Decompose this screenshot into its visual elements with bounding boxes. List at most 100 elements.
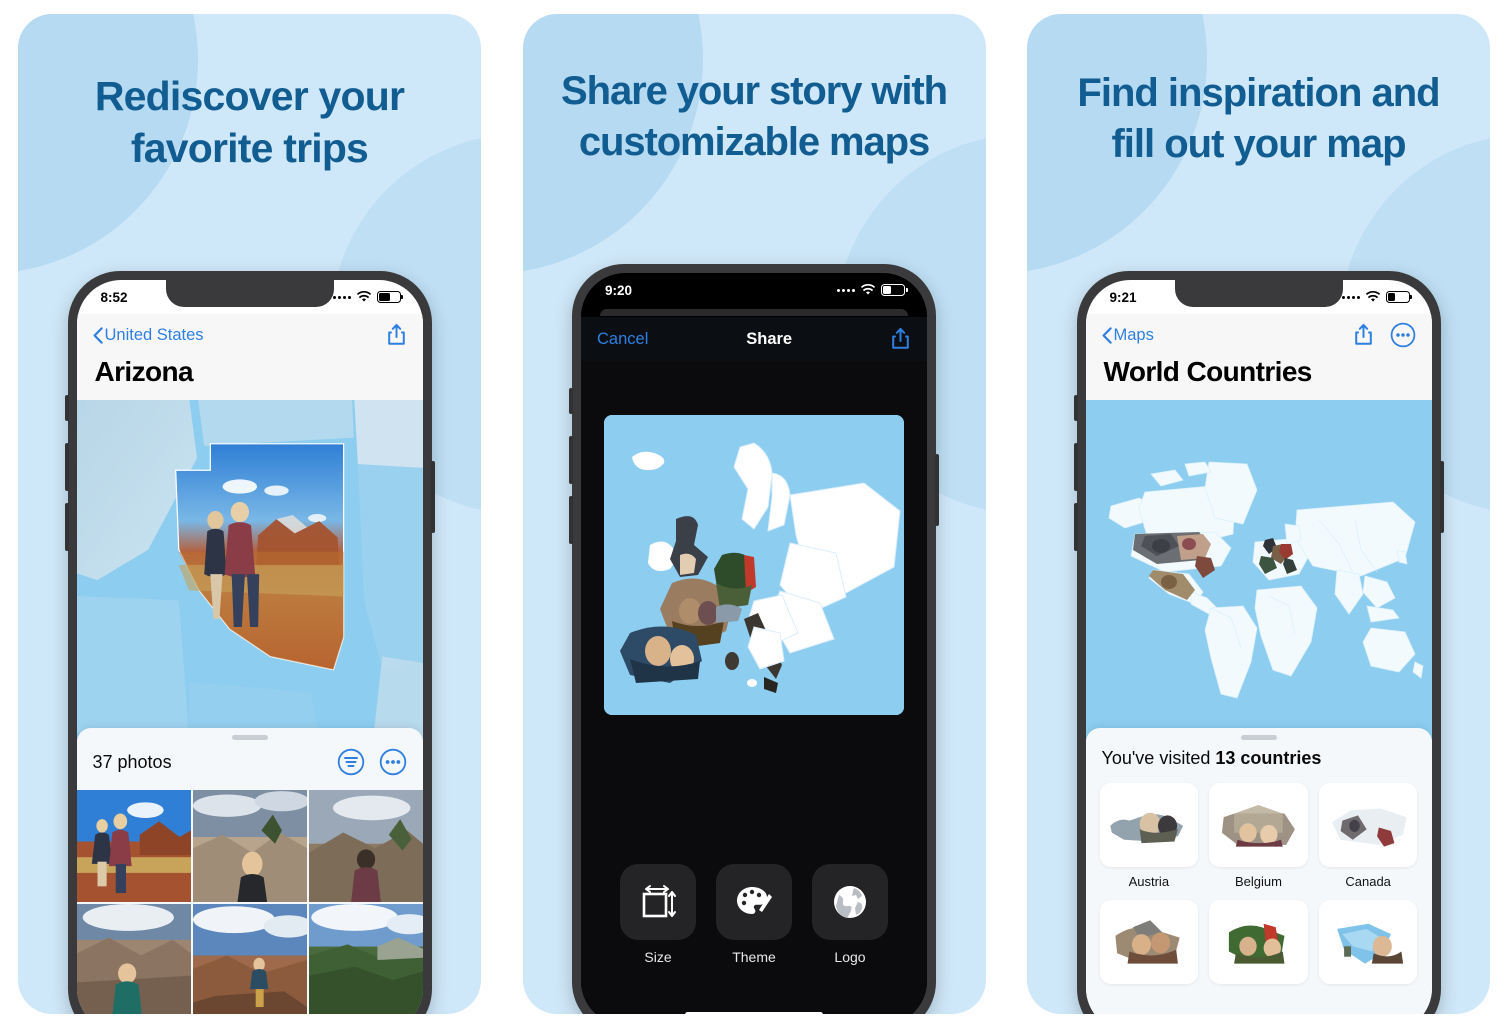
map-arizona[interactable]: [76, 400, 423, 740]
status-bar: 9:20: [581, 273, 927, 307]
modal-sheet-handle[interactable]: [581, 307, 927, 317]
photo-thumbnail[interactable]: [308, 904, 423, 1014]
volume-down-button: [1073, 503, 1078, 551]
signal-dots-icon: [1341, 295, 1360, 299]
chevron-left-icon: [1102, 326, 1112, 344]
phone-mockup-1: 8:52 United States Arizona 37 photos: [64, 271, 435, 1014]
more-icon[interactable]: [379, 748, 407, 776]
home-indicator: [685, 1012, 823, 1014]
panel-2-headline: Share your story with customizable maps: [561, 69, 948, 165]
tool-label: Theme: [732, 949, 776, 965]
country-card-4[interactable]: [1099, 900, 1199, 991]
promo-screenshot-set: Rediscover your favorite trips 8:52 Unit…: [0, 0, 1508, 1029]
volume-down-button: [64, 503, 69, 551]
power-button: [935, 454, 939, 526]
tool-label: Size: [644, 949, 672, 965]
battery-icon: [1385, 291, 1412, 303]
page-title: Arizona: [94, 356, 194, 387]
photo-thumbnail[interactable]: [76, 904, 191, 1014]
navigation-bar: United States Arizona: [76, 314, 423, 400]
promo-panel-3: Find inspiration and fill out your map 9…: [1027, 14, 1490, 1014]
country-card-canada[interactable]: Canada: [1318, 783, 1418, 889]
status-bar: 9:21: [1086, 280, 1432, 314]
mute-switch: [64, 395, 69, 421]
country-thumbnail: [1318, 783, 1418, 867]
phone-mockup-3: 9:21 Maps World Countries You've visited…: [1073, 271, 1444, 1014]
panel-3-headline: Find inspiration and fill out your map: [1077, 71, 1440, 167]
mute-switch: [1073, 395, 1078, 421]
share-icon[interactable]: [386, 323, 407, 347]
mute-switch: [569, 388, 573, 414]
resize-icon: [620, 864, 696, 940]
map-preview-europe[interactable]: [604, 415, 904, 715]
back-button-maps[interactable]: Maps: [1102, 326, 1154, 345]
country-grid: Austria Belgium Canada: [1086, 781, 1432, 1014]
share-icon[interactable]: [1353, 323, 1374, 347]
country-label: Canada: [1345, 874, 1391, 889]
globe-icon: [812, 864, 888, 940]
modal-navigation-bar: Cancel Share: [581, 317, 927, 361]
promo-panel-1: Rediscover your favorite trips 8:52 Unit…: [18, 14, 481, 1014]
country-thumbnail: [1099, 900, 1199, 984]
photo-count-label: 37 photos: [92, 751, 172, 772]
country-label: Austria: [1128, 874, 1170, 889]
photo-thumbnail[interactable]: [76, 790, 191, 902]
power-button: [430, 461, 435, 533]
photos-sheet: 37 photos: [76, 728, 423, 1014]
visited-prefix: You've visited: [1101, 748, 1216, 768]
sheet-grabber[interactable]: [1086, 728, 1432, 742]
back-button-label: United States: [104, 325, 204, 344]
photo-thumbnail[interactable]: [192, 904, 307, 1014]
photo-thumbnail[interactable]: [308, 790, 423, 902]
volume-up-button: [64, 443, 69, 491]
promo-panel-2: Share your story with customizable maps …: [522, 14, 986, 1014]
battery-icon: [376, 291, 403, 303]
visited-countries-label: You've visited 13 countries: [1102, 748, 1322, 769]
tool-size[interactable]: Size: [620, 864, 696, 965]
photo-thumbnail[interactable]: [192, 790, 307, 902]
signal-dots-icon: [837, 288, 855, 292]
status-time: 9:20: [605, 282, 633, 298]
country-thumbnail: [1099, 783, 1199, 867]
status-bar: 8:52: [77, 280, 423, 314]
status-time: 8:52: [100, 289, 128, 305]
visited-count: 13 countries: [1215, 748, 1322, 768]
power-button: [1439, 461, 1444, 533]
tool-label: Logo: [834, 949, 866, 965]
more-icon[interactable]: [1390, 322, 1416, 348]
volume-up-button: [1073, 443, 1078, 491]
country-label: Belgium: [1235, 874, 1282, 889]
share-preview-screen: Size Theme Logo: [581, 361, 927, 1014]
volume-up-button: [569, 436, 573, 484]
navigation-bar: Maps World Countries: [1085, 314, 1432, 400]
wifi-icon: [356, 291, 372, 303]
wifi-icon: [860, 284, 876, 296]
palette-icon: [716, 864, 792, 940]
country-card-belgium[interactable]: Belgium: [1209, 783, 1308, 889]
volume-down-button: [569, 496, 573, 544]
country-thumbnail: [1318, 900, 1418, 984]
sheet-grabber[interactable]: [77, 728, 423, 742]
tool-logo[interactable]: Logo: [812, 864, 888, 965]
share-tools: Size Theme Logo: [620, 864, 888, 965]
country-thumbnail: [1209, 783, 1308, 867]
cancel-button[interactable]: Cancel: [597, 330, 648, 349]
back-button-label: Maps: [1113, 325, 1154, 344]
country-card-6[interactable]: [1318, 900, 1418, 991]
photo-grid: [76, 790, 423, 1014]
filter-icon[interactable]: [337, 748, 365, 776]
countries-sheet: You've visited 13 countries Austria Belg…: [1085, 728, 1432, 1014]
status-time: 9:21: [1109, 289, 1137, 305]
phone-mockup-2: 9:20 Cancel Share Size Theme Logo: [569, 264, 939, 1014]
battery-icon: [881, 284, 908, 296]
country-card-5[interactable]: [1209, 900, 1308, 991]
tool-theme[interactable]: Theme: [716, 864, 792, 965]
chevron-left-icon: [93, 326, 103, 344]
back-button-united-states[interactable]: United States: [93, 326, 204, 345]
map-world[interactable]: [1085, 400, 1432, 740]
country-card-austria[interactable]: Austria: [1099, 783, 1199, 889]
panel-1-headline: Rediscover your favorite trips: [94, 73, 405, 172]
share-icon[interactable]: [890, 327, 911, 351]
modal-title: Share: [746, 329, 793, 348]
wifi-icon: [1365, 291, 1381, 303]
